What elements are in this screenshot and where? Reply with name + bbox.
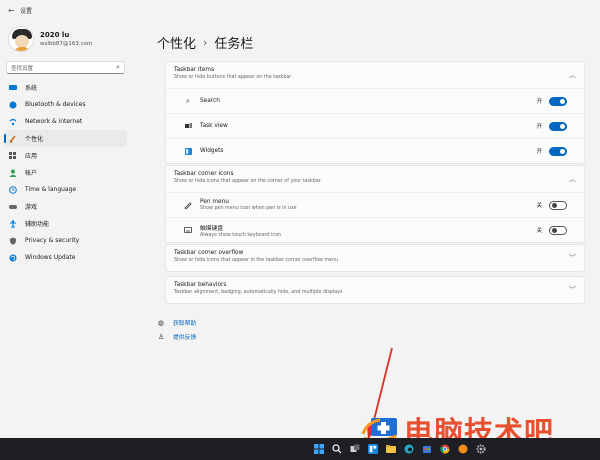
app-orange-icon[interactable] — [456, 442, 470, 456]
start-icon[interactable] — [312, 442, 326, 456]
search-icon[interactable] — [330, 442, 344, 456]
chrome-icon[interactable] — [438, 442, 452, 456]
widgets-icon[interactable] — [366, 442, 380, 456]
annotation-arrow — [367, 347, 393, 440]
taskbar — [0, 438, 600, 460]
edge-icon[interactable] — [402, 442, 416, 456]
settings-gear-icon[interactable] — [474, 442, 488, 456]
store-icon[interactable] — [420, 442, 434, 456]
task-view-icon[interactable] — [348, 442, 362, 456]
file-explorer-icon[interactable] — [384, 442, 398, 456]
